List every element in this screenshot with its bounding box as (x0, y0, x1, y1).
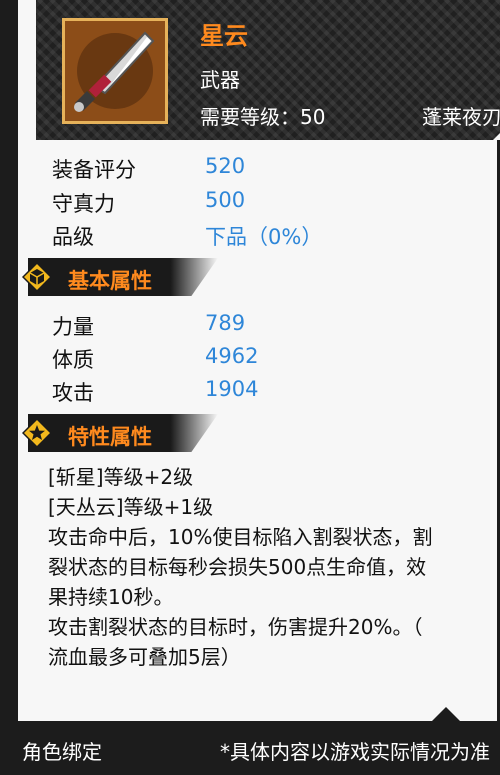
tooltip-footer: 角色绑定 *具体内容以游戏实际情况为准 (0, 707, 500, 775)
binding-status: 角色绑定 (22, 740, 102, 764)
stat-label-grade: 品级 (52, 225, 94, 249)
level-requirement: 需要等级：50 (200, 105, 326, 129)
desc-line: 攻击割裂状态的目标时，伤害提升20%。（ (48, 615, 423, 639)
desc-line: [斩星]等级+2级 (48, 465, 194, 489)
item-name: 星云 (200, 22, 248, 50)
special-attributes-title: 特性属性 (68, 425, 152, 449)
stat-label-attack: 攻击 (52, 381, 94, 405)
stat-value-strength: 789 (205, 311, 246, 335)
item-tooltip-card: 星云 武器 需要等级：50 蓬莱夜刃 装备评分 520 守真力 500 品级 下… (0, 0, 500, 775)
blade-weapon-icon (65, 21, 165, 121)
disclaimer-note: *具体内容以游戏实际情况为准 (220, 740, 490, 764)
desc-line: 攻击命中后，10%使目标陷入割裂状态，割 (48, 525, 433, 549)
basic-attributes-title: 基本属性 (68, 269, 152, 293)
desc-line: [天丛云]等级+1级 (48, 495, 214, 519)
item-series: 蓬莱夜刃 (422, 105, 500, 129)
desc-line: 流血最多可叠加5层） (48, 645, 241, 669)
cube-icon (22, 262, 52, 292)
stat-label-constitution: 体质 (52, 348, 94, 372)
tooltip-header: 星云 武器 需要等级：50 蓬莱夜刃 (36, 0, 500, 140)
stat-value-constitution: 4962 (205, 344, 259, 368)
stat-value-attack: 1904 (205, 377, 259, 401)
item-type: 武器 (200, 68, 240, 92)
item-icon-frame (62, 18, 168, 124)
special-attributes-description: [斩星]等级+2级 [天丛云]等级+1级 攻击命中后，10%使目标陷入割裂状态，… (48, 462, 500, 672)
stat-label-strength: 力量 (52, 315, 94, 339)
stat-value-score: 520 (205, 154, 246, 178)
desc-line: 裂状态的目标每秒会损失500点生命值，效 (48, 555, 427, 579)
header-corner-cut (493, 118, 500, 140)
footer-notch (432, 707, 460, 721)
desc-line: 果持续10秒。 (48, 585, 174, 609)
stat-label-score: 装备评分 (52, 158, 136, 182)
stat-value-grade: 下品（0%） (205, 225, 323, 249)
star-icon (22, 418, 52, 448)
stat-label-shouzhen: 守真力 (52, 192, 115, 216)
stat-value-shouzhen: 500 (205, 188, 246, 212)
